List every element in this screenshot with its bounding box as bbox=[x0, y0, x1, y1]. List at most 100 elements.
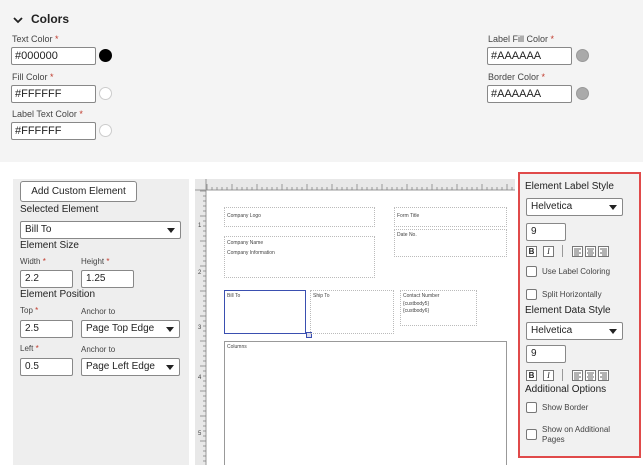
form-title-element[interactable]: Form Title bbox=[394, 207, 507, 227]
split-horizontally-checkbox[interactable] bbox=[526, 289, 537, 300]
label-text-color-swatch[interactable] bbox=[99, 124, 112, 137]
colors-title: Colors bbox=[31, 12, 70, 26]
show-border-checkbox[interactable] bbox=[526, 402, 537, 413]
ruler-number: 1 bbox=[198, 223, 202, 229]
top-anchor-select[interactable]: Page Top Edge bbox=[81, 320, 180, 338]
align-left-icon[interactable] bbox=[572, 246, 583, 257]
border-color-label-text: Border Color bbox=[488, 72, 540, 82]
left-label: Left * bbox=[20, 344, 39, 353]
add-custom-element-button[interactable]: Add Custom Element bbox=[20, 181, 137, 202]
bill-to-label: Bill To bbox=[227, 293, 241, 299]
border-color-label: Border Color * bbox=[488, 72, 545, 82]
left-anchor-label: Anchor to bbox=[81, 345, 116, 354]
align-right-icon[interactable] bbox=[598, 370, 609, 381]
top-input[interactable]: 2.5 bbox=[20, 320, 73, 338]
left-anchor-value: Page Left Edge bbox=[86, 361, 155, 372]
element-position-heading: Element Position bbox=[20, 289, 96, 300]
label-text-color-label-text: Label Text Color bbox=[12, 109, 77, 119]
format-divider bbox=[562, 369, 563, 381]
required-mark: * bbox=[106, 257, 110, 266]
bold-button[interactable]: B bbox=[526, 246, 537, 257]
show-border-label: Show Border bbox=[542, 403, 589, 412]
use-label-coloring-label: Use Label Coloring bbox=[542, 267, 611, 276]
company-logo-label: Company Logo bbox=[227, 213, 261, 219]
required-mark: * bbox=[42, 257, 46, 266]
align-center-icon[interactable] bbox=[585, 370, 596, 381]
border-color-swatch[interactable] bbox=[576, 87, 589, 100]
fill-color-input[interactable]: #FFFFFF bbox=[11, 85, 96, 103]
custbody-1-label: {custbody5} bbox=[403, 301, 430, 307]
text-color-input[interactable]: #000000 bbox=[11, 47, 96, 65]
label-font-select[interactable]: Helvetica bbox=[526, 198, 623, 216]
company-information-label: Company Information bbox=[227, 250, 275, 256]
data-font-value: Helvetica bbox=[531, 325, 573, 336]
date-no-label: Date No. bbox=[397, 232, 417, 238]
colors-section: Colors Text Color * #000000 Fill Color *… bbox=[0, 0, 643, 160]
label-text-color-input[interactable]: #FFFFFF bbox=[11, 122, 96, 140]
required-mark: * bbox=[35, 306, 39, 315]
label-fill-color-swatch[interactable] bbox=[576, 49, 589, 62]
chevron-down-icon bbox=[609, 205, 617, 210]
date-no-element[interactable]: Date No. bbox=[394, 229, 507, 257]
data-style-heading: Element Data Style bbox=[525, 305, 611, 316]
contact-number-label: Contact Number bbox=[403, 293, 440, 299]
contact-number-element[interactable]: Contact Number {custbody5} {custbody6} bbox=[400, 290, 477, 326]
bill-to-element[interactable]: Bill To bbox=[224, 290, 306, 334]
page-canvas[interactable]: 1 2 3 4 5 Company Logo Form Title Compan… bbox=[195, 179, 515, 465]
top-label-text: Top bbox=[20, 306, 33, 315]
split-horizontally-label: Split Horizontally bbox=[542, 290, 602, 299]
height-input[interactable]: 1.25 bbox=[81, 270, 134, 288]
use-label-coloring-checkbox[interactable] bbox=[526, 266, 537, 277]
width-label-text: Width bbox=[20, 257, 41, 266]
selected-element-select[interactable]: Bill To bbox=[20, 221, 181, 239]
columns-element[interactable]: Columns bbox=[224, 341, 507, 465]
italic-button[interactable]: I bbox=[543, 370, 554, 381]
required-mark: * bbox=[541, 72, 546, 82]
top-anchor-value: Page Top Edge bbox=[86, 323, 155, 334]
align-center-icon[interactable] bbox=[585, 246, 596, 257]
label-font-value: Helvetica bbox=[531, 201, 573, 212]
additional-options-heading: Additional Options bbox=[525, 384, 607, 395]
company-name-label: Company Name bbox=[227, 240, 264, 246]
required-mark: * bbox=[50, 72, 54, 82]
label-size-input[interactable]: 9 bbox=[526, 223, 566, 241]
height-label-text: Height bbox=[81, 257, 105, 266]
required-mark: * bbox=[55, 34, 59, 44]
chevron-down-icon bbox=[166, 365, 174, 370]
data-size-input[interactable]: 9 bbox=[526, 345, 566, 363]
height-label: Height * bbox=[81, 257, 109, 266]
fill-color-label: Fill Color * bbox=[12, 72, 54, 82]
border-color-input[interactable]: #AAAAAA bbox=[487, 85, 572, 103]
left-anchor-select[interactable]: Page Left Edge bbox=[81, 358, 180, 376]
form-title-label: Form Title bbox=[397, 213, 420, 219]
text-color-swatch[interactable] bbox=[99, 49, 112, 62]
chevron-down-icon bbox=[166, 327, 174, 332]
align-right-icon[interactable] bbox=[598, 246, 609, 257]
bold-button[interactable]: B bbox=[526, 370, 537, 381]
company-logo-element[interactable]: Company Logo bbox=[224, 207, 375, 227]
ruler-number: 5 bbox=[198, 431, 202, 437]
italic-button[interactable]: I bbox=[543, 246, 554, 257]
left-input[interactable]: 0.5 bbox=[20, 358, 73, 376]
label-fill-color-label: Label Fill Color * bbox=[488, 34, 554, 44]
format-divider bbox=[562, 245, 563, 257]
show-on-additional-pages-label: Show on Additional Pages bbox=[542, 425, 611, 444]
company-info-element[interactable]: Company Name Company Information bbox=[224, 236, 375, 278]
ruler-number: 4 bbox=[198, 375, 202, 381]
label-text-color-label: Label Text Color * bbox=[12, 109, 83, 119]
ship-to-element[interactable]: Ship To bbox=[310, 290, 394, 334]
label-fill-color-label-text: Label Fill Color bbox=[488, 34, 549, 44]
show-on-additional-pages-checkbox[interactable] bbox=[526, 429, 537, 440]
align-left-icon[interactable] bbox=[572, 370, 583, 381]
text-color-label: Text Color * bbox=[12, 34, 59, 44]
selected-element-value: Bill To bbox=[25, 224, 52, 235]
label-style-heading: Element Label Style bbox=[525, 181, 614, 192]
fill-color-swatch[interactable] bbox=[99, 87, 112, 100]
chevron-down-icon bbox=[167, 228, 175, 233]
data-font-select[interactable]: Helvetica bbox=[526, 322, 623, 340]
label-fill-color-input[interactable]: #AAAAAA bbox=[487, 47, 572, 65]
collapse-chevron-icon[interactable] bbox=[13, 12, 23, 30]
width-input[interactable]: 2.2 bbox=[20, 270, 73, 288]
custbody-2-label: {custbody6} bbox=[403, 308, 430, 314]
chevron-down-icon bbox=[609, 329, 617, 334]
